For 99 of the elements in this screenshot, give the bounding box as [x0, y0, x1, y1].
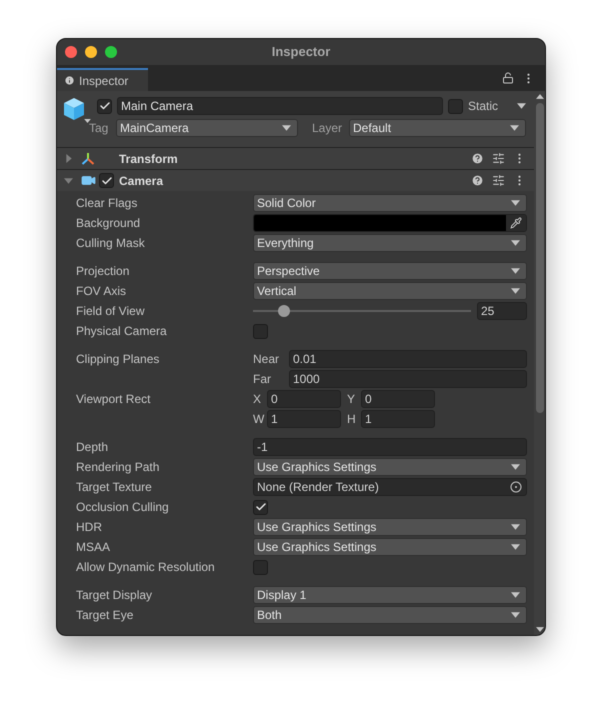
property-label: Target Texture: [76, 479, 152, 496]
input-field[interactable]: 25: [477, 302, 527, 320]
caret-icon: [282, 125, 291, 131]
input-field[interactable]: 0.01: [289, 350, 527, 368]
slider-thumb[interactable]: [278, 305, 290, 317]
input-field[interactable]: 1: [361, 410, 435, 428]
tag-label: Tag: [89, 120, 110, 137]
field-label: X: [253, 391, 262, 408]
caret-icon: [511, 200, 520, 206]
dropdown[interactable]: Solid Color: [253, 194, 527, 212]
object-field[interactable]: None (Render Texture): [253, 478, 527, 496]
dropdown[interactable]: Both: [253, 606, 527, 624]
field-label: W: [253, 411, 266, 428]
component-title: Transform: [119, 150, 178, 168]
inspector-tab[interactable]: Inspector: [57, 68, 148, 91]
close-button[interactable]: [65, 46, 77, 58]
checkbox[interactable]: [253, 500, 268, 514]
static-label: Static: [468, 98, 500, 115]
caret-icon: [511, 592, 520, 598]
input-field[interactable]: 1: [267, 410, 341, 428]
property-label: Clipping Planes: [76, 351, 160, 368]
caret-icon: [536, 627, 544, 632]
checkbox[interactable]: [253, 560, 268, 574]
component-title: Camera: [119, 172, 164, 190]
caret-icon: [511, 612, 520, 618]
axes-icon: [81, 152, 95, 166]
field-label: Y: [347, 391, 356, 408]
caret-icon: [511, 268, 520, 274]
help-icon[interactable]: [471, 152, 484, 165]
input-field[interactable]: 0: [267, 390, 341, 408]
eyedropper-icon: [510, 217, 522, 229]
check-icon: [100, 174, 112, 186]
dropdown[interactable]: Default: [349, 119, 526, 137]
property-label: Field of View: [76, 303, 144, 320]
name-field[interactable]: Main Camera: [117, 97, 443, 115]
checkbox[interactable]: [253, 324, 268, 338]
caret-icon: [511, 288, 520, 294]
input-field[interactable]: -1: [253, 438, 527, 456]
input-field[interactable]: 0: [361, 390, 435, 408]
field-label: Far: [253, 371, 272, 388]
dropdown[interactable]: Perspective: [253, 262, 527, 280]
property-label: Target Eye: [76, 607, 134, 624]
active-checkbox[interactable]: [97, 98, 112, 114]
dropdown[interactable]: MainCamera: [116, 119, 298, 137]
dropdown[interactable]: Use Graphics Settings: [253, 458, 527, 476]
dropdown[interactable]: Vertical: [253, 282, 527, 300]
input-field[interactable]: 1000: [289, 370, 527, 388]
tab-label: Inspector: [79, 72, 128, 90]
field-label: Near: [253, 351, 280, 368]
dropdown[interactable]: Use Graphics Settings: [253, 518, 527, 536]
cube-icon: [63, 97, 85, 121]
lock-icon[interactable]: [502, 72, 514, 84]
color-field[interactable]: [253, 214, 527, 232]
property-label: Viewport Rect: [76, 391, 150, 408]
property-label: Depth: [76, 439, 108, 456]
dropdown[interactable]: Display 1: [253, 586, 527, 604]
check-icon: [98, 100, 110, 112]
foldout-arrow-icon: [64, 178, 73, 184]
object-picker-icon[interactable]: [510, 481, 522, 493]
property-label: FOV Axis: [76, 283, 126, 300]
static-checkbox[interactable]: [448, 98, 463, 114]
info-icon: [64, 75, 75, 86]
zoom-button[interactable]: [105, 46, 117, 58]
preset-icon[interactable]: [492, 152, 505, 165]
caret-icon: [517, 103, 526, 109]
window-title: Inspector: [272, 43, 330, 62]
checkbox[interactable]: [99, 173, 114, 188]
foldout-arrow-icon: [66, 154, 72, 163]
check-icon: [254, 501, 266, 513]
property-label: MSAA: [76, 539, 110, 556]
property-label: Projection: [76, 263, 130, 280]
caret-icon: [510, 125, 519, 131]
caret-icon: [536, 94, 544, 99]
scrollbar[interactable]: [534, 91, 545, 635]
caret-icon: [511, 524, 520, 530]
property-label: Target Display: [76, 587, 152, 604]
layer-label: Layer: [312, 120, 344, 137]
minimize-button[interactable]: [85, 46, 97, 58]
caret-icon: [511, 240, 520, 246]
component-header[interactable]: Camera: [57, 169, 534, 191]
help-icon[interactable]: [471, 174, 484, 187]
dropdown[interactable]: Use Graphics Settings: [253, 538, 527, 556]
eyedropper-button[interactable]: [506, 215, 526, 231]
preset-icon[interactable]: [492, 174, 505, 187]
property-label: Occlusion Culling: [76, 499, 169, 516]
dropdown[interactable]: Everything: [253, 234, 527, 252]
caret-icon: [84, 119, 91, 123]
caret-icon: [511, 464, 520, 470]
property-label: Physical Camera: [76, 323, 167, 340]
caret-icon: [511, 544, 520, 550]
property-label: Rendering Path: [76, 459, 160, 476]
property-label: HDR: [76, 519, 102, 536]
camera-icon: [80, 173, 96, 188]
property-label: Background: [76, 215, 140, 232]
field-label: H: [347, 411, 357, 428]
property-label: Culling Mask: [76, 235, 145, 252]
property-label: Clear Flags: [76, 195, 138, 212]
property-label: Allow Dynamic Resolution: [76, 559, 215, 576]
component-header[interactable]: Transform: [57, 147, 534, 169]
